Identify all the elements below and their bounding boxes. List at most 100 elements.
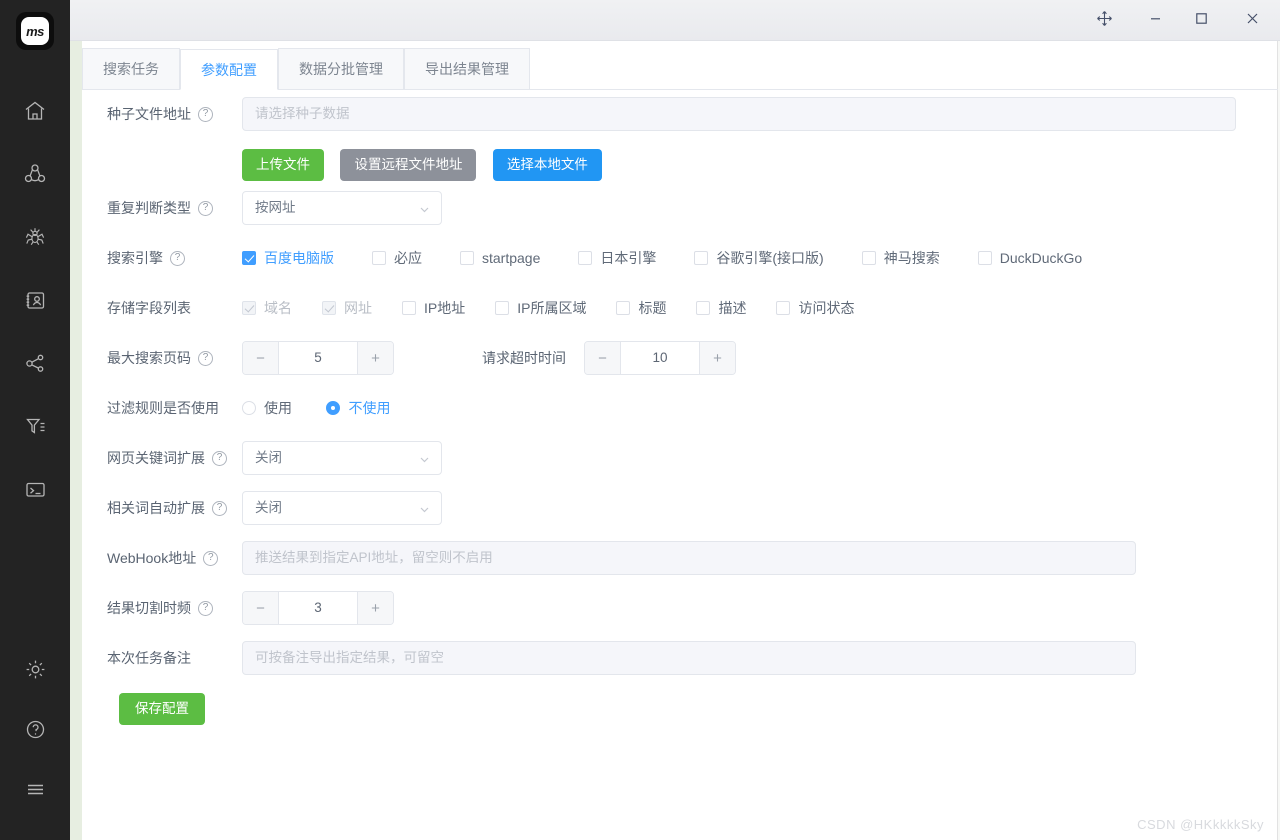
checkbox-engine-google-api[interactable]: 谷歌引擎(接口版) [694, 241, 824, 275]
radio-filter-enabled[interactable]: 使用 [242, 391, 292, 425]
checkbox-engine-startpage[interactable]: startpage [460, 241, 540, 275]
checkbox-label: IP所属区域 [517, 300, 587, 316]
tab-parameter-config[interactable]: 参数配置 [180, 49, 278, 90]
checkbox-box [977, 251, 992, 265]
sidebar-item-help[interactable] [12, 706, 58, 752]
help-icon[interactable]: ? [198, 350, 213, 366]
search-engine-label: 搜索引擎 [107, 250, 163, 266]
help-icon[interactable]: ? [212, 450, 227, 466]
help-icon[interactable]: ? [212, 500, 227, 516]
form-row-related-expand: 相关词自动扩展 ? 关闭 [82, 491, 1278, 541]
task-remark-input[interactable]: 可按备注导出指定结果，可留空 [242, 641, 1136, 675]
help-icon[interactable]: ? [203, 550, 219, 566]
radio-label: 使用 [264, 400, 292, 416]
related-expand-value: 关闭 [255, 500, 282, 515]
chevron-down-icon [418, 192, 431, 226]
split-freq-increment-button[interactable]: + [357, 592, 393, 624]
minimize-button[interactable] [1132, 0, 1178, 41]
timeout-label: 请求超时时间 [482, 350, 566, 366]
checkbox-field-ip-region[interactable]: IP所属区域 [495, 291, 586, 325]
maximize-icon [1194, 11, 1209, 31]
move-window-button[interactable] [1076, 0, 1132, 41]
form-row-max-page: 最大搜索页码 ? − 5 + 请求超时时间 − 10 + [82, 341, 1278, 391]
keyword-expand-label-wrap: 网页关键词扩展 ? [82, 441, 242, 475]
checkbox-engine-bing[interactable]: 必应 [372, 241, 422, 275]
sidebar-nav [12, 88, 58, 529]
max-page-label-wrap: 最大搜索页码 ? [82, 341, 242, 375]
question-circle-icon [23, 717, 48, 742]
contact-card-icon [23, 288, 48, 313]
checkbox-box [372, 251, 386, 265]
sidebar-item-menu[interactable] [12, 766, 58, 812]
help-icon[interactable]: ? [198, 200, 213, 216]
maximize-button[interactable] [1178, 0, 1224, 41]
home-icon [23, 99, 47, 123]
dedup-type-label-wrap: 重复判断类型 ? [82, 191, 242, 225]
left-sidebar: ms [0, 0, 70, 840]
upload-file-button[interactable]: 上传文件 [242, 149, 324, 181]
checkbox-box [322, 301, 336, 315]
seed-file-label: 种子文件地址 [107, 106, 191, 122]
checkbox-field-title[interactable]: 标题 [616, 291, 666, 325]
radio-filter-disabled[interactable]: 不使用 [326, 391, 390, 425]
tab-export-management[interactable]: 导出结果管理 [404, 48, 530, 89]
timeout-increment-button[interactable]: + [699, 342, 735, 374]
webhook-input[interactable]: 推送结果到指定API地址，留空则不启用 [242, 541, 1136, 575]
keyword-expand-select[interactable]: 关闭 [242, 441, 442, 475]
radio-dot [326, 401, 341, 415]
related-expand-label-wrap: 相关词自动扩展 ? [82, 491, 242, 525]
checkbox-field-visit-status[interactable]: 访问状态 [776, 291, 854, 325]
split-freq-stepper[interactable]: − 3 + [242, 591, 394, 625]
form-row-save: 保存配置 [82, 691, 1278, 741]
checkbox-label: 描述 [718, 300, 747, 316]
tab-search-task[interactable]: 搜索任务 [82, 48, 180, 89]
sidebar-item-share[interactable] [12, 340, 58, 386]
max-page-decrement-button[interactable]: − [243, 342, 279, 374]
help-icon[interactable]: ? [198, 600, 213, 616]
tab-bar: 搜索任务 参数配置 数据分批管理 导出结果管理 [82, 48, 1278, 90]
sidebar-item-settings[interactable] [12, 646, 58, 692]
max-page-increment-button[interactable]: + [357, 342, 393, 374]
sidebar-item-network[interactable] [12, 151, 58, 197]
help-icon[interactable]: ? [198, 106, 213, 122]
form-row-split-freq: 结果切割时频 ? − 3 + [82, 591, 1278, 641]
tab-batch-management[interactable]: 数据分批管理 [278, 48, 404, 89]
checkbox-engine-duckduckgo[interactable]: DuckDuckGo [977, 241, 1082, 275]
checkbox-box [776, 301, 791, 315]
checkbox-label: 神马搜索 [883, 250, 940, 266]
close-button[interactable] [1224, 0, 1280, 41]
help-icon[interactable]: ? [170, 250, 185, 266]
sidebar-item-spider[interactable] [12, 214, 58, 260]
related-expand-select[interactable]: 关闭 [242, 491, 442, 525]
keyword-expand-label: 网页关键词扩展 [107, 450, 205, 466]
task-remark-label-wrap: 本次任务备注 [82, 641, 242, 675]
checkbox-field-ip[interactable]: IP地址 [402, 291, 465, 325]
sidebar-bottom-nav [0, 646, 70, 826]
save-config-button[interactable]: 保存配置 [119, 693, 205, 725]
timeout-stepper[interactable]: − 10 + [584, 341, 736, 375]
dedup-type-select[interactable]: 按网址 [242, 191, 442, 225]
max-page-stepper[interactable]: − 5 + [242, 341, 394, 375]
checkbox-engine-baidu-pc[interactable]: 百度电脑版 [242, 241, 334, 275]
form-row-store-fields: 存储字段列表 域名 网址 IP地址 IP所属区域 标题 描述 访问状态 [82, 291, 1278, 341]
checkbox-field-description[interactable]: 描述 [696, 291, 746, 325]
sidebar-item-home[interactable] [12, 88, 58, 134]
window-controls [1076, 0, 1280, 41]
split-freq-decrement-button[interactable]: − [243, 592, 279, 624]
sidebar-item-terminal[interactable] [12, 466, 58, 512]
sidebar-item-filter[interactable] [12, 403, 58, 449]
max-page-value[interactable]: 5 [279, 342, 357, 374]
app-logo-text: ms [21, 17, 49, 45]
checkbox-engine-japan[interactable]: 日本引擎 [578, 241, 656, 275]
sidebar-item-contacts[interactable] [12, 277, 58, 323]
content-panel: 搜索任务 参数配置 数据分批管理 导出结果管理 种子文件地址 ? 请选择种子数据 [82, 41, 1278, 840]
filter-icon [23, 414, 48, 439]
timeout-decrement-button[interactable]: − [585, 342, 621, 374]
radio-label: 不使用 [348, 400, 391, 416]
set-remote-file-address-button[interactable]: 设置远程文件地址 [340, 149, 477, 181]
checkbox-engine-shenma[interactable]: 神马搜索 [861, 241, 940, 275]
seed-file-input[interactable]: 请选择种子数据 [242, 97, 1236, 131]
timeout-value[interactable]: 10 [621, 342, 699, 374]
split-freq-value[interactable]: 3 [279, 592, 357, 624]
choose-local-file-button[interactable]: 选择本地文件 [492, 149, 602, 181]
